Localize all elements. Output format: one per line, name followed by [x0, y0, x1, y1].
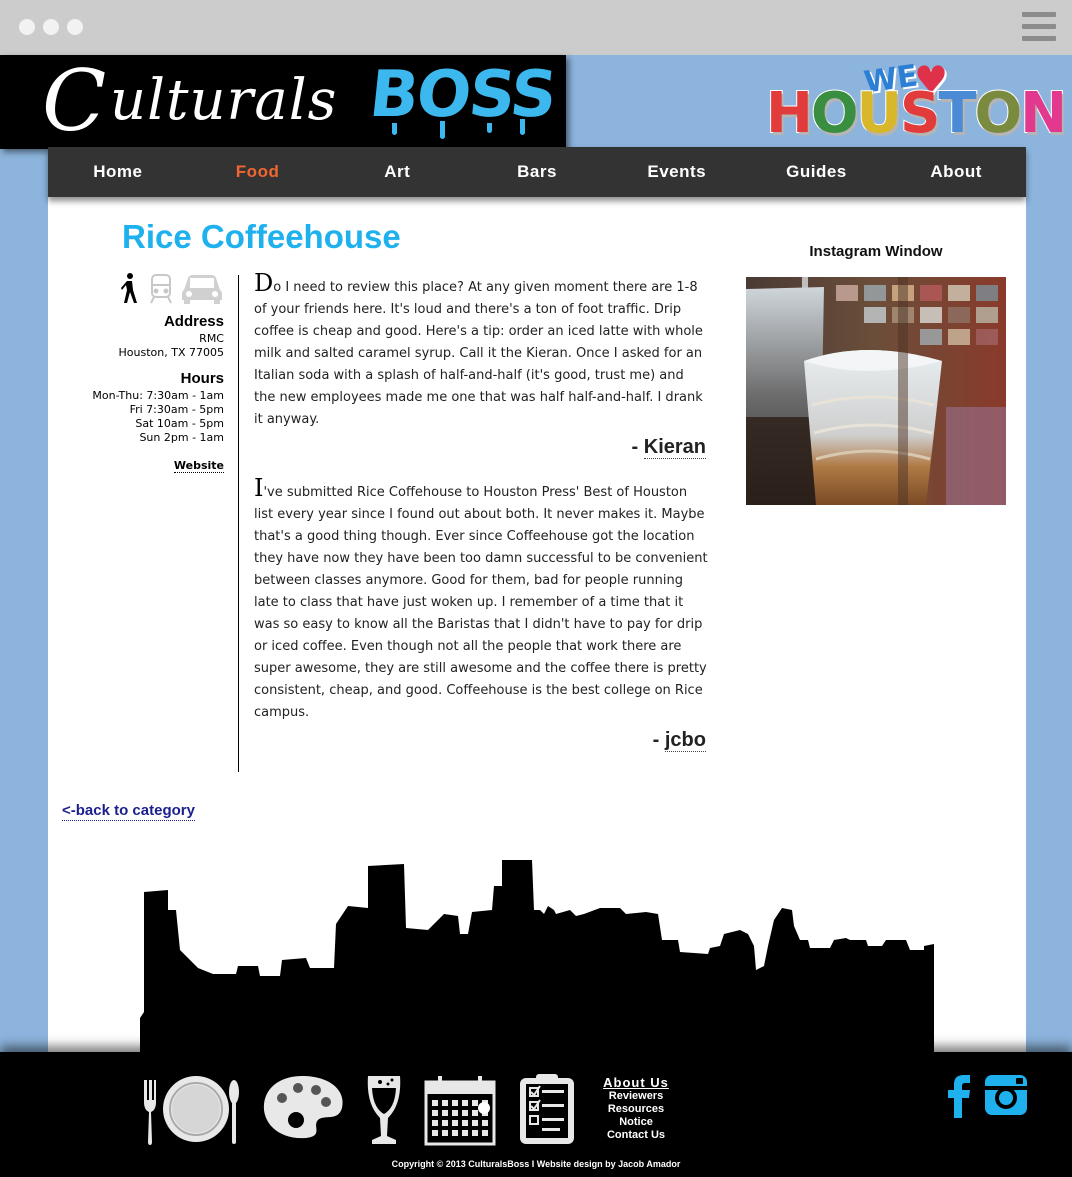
copyright-text: Copyright © 2013 CulturalsBoss I Website…	[391, 1159, 681, 1169]
glass-icon[interactable]	[366, 1074, 402, 1146]
footer-link-reviewers[interactable]: Reviewers	[596, 1090, 676, 1103]
column-divider	[238, 275, 239, 772]
signature-dash: -	[631, 436, 644, 458]
page-title: Rice Coffeehouse	[122, 218, 401, 255]
houston-letter: U	[855, 81, 903, 146]
footer-link-contact[interactable]: Contact Us	[596, 1129, 676, 1142]
plate-icon[interactable]	[140, 1072, 240, 1146]
footer-links: About Us Reviewers Resources Notice Cont…	[596, 1075, 676, 1142]
hours-line: Sun 2pm - 1am	[139, 431, 224, 444]
review-signature: - Kieran	[632, 436, 706, 459]
review-body: o I need to review this place? At any gi…	[254, 280, 703, 427]
window-dot-icon[interactable]	[67, 19, 83, 35]
we-love-houston-badge: WE ♥ HOUSTON	[764, 58, 1068, 150]
footer-about-link[interactable]: About Us	[596, 1075, 676, 1090]
hamburger-menu-icon[interactable]	[1022, 12, 1056, 42]
address-block: Address RMC Houston, TX 77005	[60, 313, 224, 360]
nav-item-art[interactable]: Art	[327, 147, 467, 197]
houston-letter: T	[937, 81, 977, 146]
main-nav: Home Food Art Bars Events Guides About	[48, 147, 1026, 197]
logo-letter-c: C	[42, 55, 107, 149]
houston-letter: S	[899, 81, 941, 146]
nav-item-food[interactable]: Food	[188, 147, 328, 197]
train-icon	[150, 274, 172, 304]
hours-line: Mon-Thu: 7:30am - 1am	[92, 389, 224, 402]
car-icon	[182, 275, 222, 304]
instagram-icon[interactable]	[984, 1074, 1028, 1116]
nav-item-about[interactable]: About	[886, 147, 1026, 197]
review-text: Do I need to review this place? At any g…	[254, 271, 708, 431]
hours-line: Fri 7:30am - 5pm	[129, 403, 224, 416]
walking-icon	[121, 273, 137, 303]
houston-letter: O	[810, 81, 860, 146]
drip-decoration	[520, 119, 525, 135]
transport-icons	[118, 272, 224, 306]
houston-letter: H	[765, 81, 814, 146]
instagram-photo[interactable]	[746, 277, 1006, 505]
window-dot-icon[interactable]	[43, 19, 59, 35]
drip-decoration	[487, 123, 492, 133]
houston-letter: O	[974, 81, 1024, 146]
address-line: Houston, TX 77005	[118, 346, 224, 359]
hours-block: Hours Mon-Thu: 7:30am - 1am Fri 7:30am -…	[60, 370, 224, 445]
nav-item-home[interactable]: Home	[48, 147, 188, 197]
checklist-icon[interactable]	[518, 1074, 576, 1146]
signature-dash: -	[652, 729, 665, 751]
facebook-icon[interactable]	[946, 1074, 972, 1118]
review-signature: - jcbo	[653, 729, 706, 752]
nav-item-bars[interactable]: Bars	[467, 147, 607, 197]
drip-decoration	[392, 123, 397, 135]
instagram-window-title: Instagram Window	[809, 243, 943, 260]
houston-letter: N	[1019, 81, 1068, 146]
review-dropcap: D	[254, 269, 274, 297]
palette-icon[interactable]	[262, 1074, 346, 1140]
hours-heading: Hours	[180, 370, 224, 387]
website-link[interactable]: Website	[173, 459, 224, 473]
window-dot-icon[interactable]	[19, 19, 35, 35]
city-skyline-image	[48, 850, 1026, 1060]
logo-script-text: ulturals	[110, 68, 338, 133]
review-author-link[interactable]: jcbo	[664, 729, 706, 752]
nav-item-events[interactable]: Events	[607, 147, 747, 197]
site-logo[interactable]: C ulturals BOSS	[0, 55, 566, 149]
website-block: Website	[60, 454, 224, 473]
review-text: I've submitted Rice Coffehouse to Housto…	[254, 476, 708, 724]
review-body: 've submitted Rice Coffehouse to Houston…	[254, 485, 708, 720]
browser-chrome	[0, 0, 1072, 55]
logo-boss-text: BOSS	[366, 58, 559, 132]
footer-link-resources[interactable]: Resources	[596, 1103, 676, 1116]
back-to-category-link[interactable]: <-back to category	[62, 802, 195, 821]
footer-link-notice[interactable]: Notice	[596, 1116, 676, 1129]
address-line: RMC	[199, 332, 224, 345]
drip-decoration	[440, 121, 445, 139]
hours-line: Sat 10am - 5pm	[135, 417, 224, 430]
nav-item-guides[interactable]: Guides	[747, 147, 887, 197]
address-heading: Address	[163, 313, 224, 330]
review-author-link[interactable]: Kieran	[643, 436, 706, 459]
calendar-icon[interactable]	[424, 1074, 496, 1146]
houston-word: HOUSTON	[765, 85, 1068, 143]
